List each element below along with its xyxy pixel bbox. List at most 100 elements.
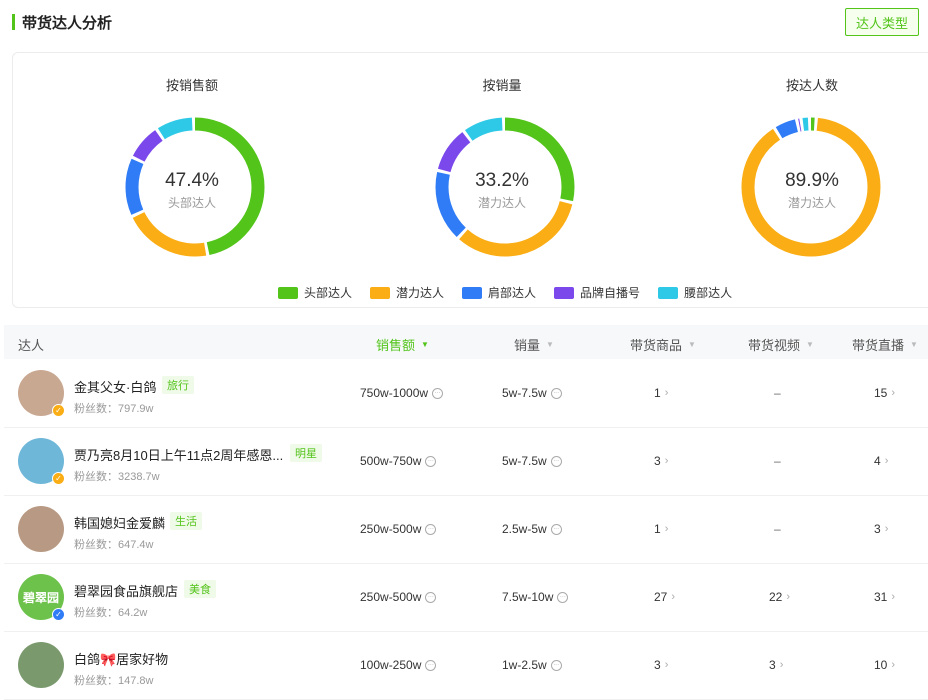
chevron-right-icon: › (664, 387, 669, 399)
column-label: 销售额 (376, 338, 416, 353)
chart-title-influencer-count: 按达人数 (785, 78, 838, 93)
sales-volume-value: 2.5w-5w (502, 522, 547, 536)
donut-center-label: 潜力达人 (477, 196, 526, 210)
influencer-name[interactable]: 金其父女·白鸽 (74, 377, 156, 396)
sort-sales-amount[interactable]: 销售额 ▼ (376, 335, 429, 354)
legend-swatch (658, 286, 679, 299)
info-icon[interactable]: ··· (425, 591, 437, 603)
info-icon[interactable]: ··· (425, 659, 437, 671)
influencer-type-button[interactable]: 达人类型 (845, 8, 919, 36)
products-cell[interactable]: 1 › (654, 522, 668, 536)
chevron-right-icon: › (664, 659, 669, 671)
info-icon[interactable]: ··· (550, 387, 562, 399)
videos-cell[interactable]: 3 › (769, 658, 783, 672)
legend-swatch (278, 286, 298, 299)
lives-cell[interactable]: 3 › (874, 522, 888, 536)
chart-title-sales-volume: 按销量 (482, 78, 522, 93)
videos-cell[interactable]: 22 › (769, 590, 790, 604)
chevron-right-icon: › (779, 659, 784, 671)
legend-item-brand[interactable]: 品牌自播号 (554, 284, 640, 301)
lives-cell[interactable]: 15 › (874, 386, 895, 400)
info-icon[interactable]: ··· (432, 387, 444, 399)
info-icon[interactable]: ··· (550, 659, 562, 671)
videos-cell: – (774, 522, 781, 536)
sort-caret-icon: ▼ (910, 340, 918, 349)
sort-lives[interactable]: 带货直播 ▼ (852, 335, 918, 354)
fans-count: 粉丝数：797.9w (74, 403, 154, 415)
chart-title-sales-amount: 按销售额 (165, 78, 218, 93)
legend-item-waist[interactable]: 腰部达人 (658, 284, 732, 301)
legend-label: 品牌自播号 (580, 286, 641, 300)
sales-volume-cell: 1w-2.5w ··· (502, 658, 562, 672)
chevron-right-icon: › (664, 523, 669, 535)
chevron-right-icon: › (786, 591, 791, 603)
table-row[interactable]: 碧翠园 ✓ 碧翠园食品旗舰店 美食 粉丝数：64.2w 250w-500w ··· 7.5w-… (4, 564, 928, 632)
table-row[interactable]: ✓ 金其父女·白鸽 旅行 粉丝数：797.9w 750w-1000w ··· 5w-7.5w… (4, 360, 928, 428)
sales-amount-value: 100w-250w (360, 658, 422, 672)
sales-volume-cell: 2.5w-5w ··· (502, 522, 562, 536)
products-cell[interactable]: 1 › (654, 386, 668, 400)
category-tag: 美食 (184, 580, 216, 598)
videos-cell: – (774, 454, 781, 468)
sort-caret-icon: ▼ (688, 340, 696, 349)
sales-amount-cell: 500w-750w ··· (360, 454, 437, 468)
sales-amount-cell: 250w-500w ··· (360, 590, 437, 604)
sales-amount-value: 500w-750w (360, 454, 422, 468)
info-icon[interactable]: ··· (425, 455, 437, 467)
legend-item-shoulder[interactable]: 肩部达人 (462, 284, 536, 301)
section-header: 带货达人分析 达人类型 (0, 0, 928, 44)
sales-amount-value: 250w-500w (360, 590, 422, 604)
avatar-logo-text: 碧翠园 (22, 590, 59, 605)
lives-value: 4 (874, 454, 881, 468)
legend-item-potential[interactable]: 潜力达人 (370, 284, 444, 301)
products-cell[interactable]: 3 › (654, 658, 668, 672)
legend-swatch (370, 286, 391, 299)
avatar[interactable] (18, 642, 64, 688)
products-cell[interactable]: 3 › (654, 454, 668, 468)
legend-label: 肩部达人 (488, 286, 537, 300)
table-row[interactable]: 韩国媳妇金爱麟 生活 粉丝数：647.4w 250w-500w ··· 2.5w-5w ··… (4, 496, 928, 564)
info-icon[interactable]: ··· (557, 591, 569, 603)
fans-count: 粉丝数：147.8w (74, 675, 154, 687)
sort-videos[interactable]: 带货视频 ▼ (748, 335, 814, 354)
sales-volume-value: 1w-2.5w (502, 658, 547, 672)
category-tag: 生活 (170, 512, 202, 530)
influencer-name[interactable]: 碧翠园食品旗舰店 (74, 581, 178, 600)
products-cell[interactable]: 27 › (654, 590, 675, 604)
chevron-right-icon: › (891, 387, 896, 399)
lives-cell[interactable]: 31 › (874, 590, 895, 604)
sales-volume-cell: 7.5w-10w ··· (502, 590, 569, 604)
info-icon[interactable]: ··· (550, 523, 562, 535)
table-row[interactable]: 白鸽🎀居家好物 粉丝数：147.8w 100w-250w ··· 1w-2.5w ··· 3… (4, 632, 928, 700)
influencer-name[interactable]: 韩国媳妇金爱麟 (74, 513, 165, 532)
section-title: 带货达人分析 (22, 15, 113, 32)
lives-cell[interactable]: 4 › (874, 454, 888, 468)
sales-volume-value: 5w-7.5w (502, 454, 547, 468)
sales-amount-cell: 100w-250w ··· (360, 658, 437, 672)
chevron-right-icon: › (884, 455, 889, 467)
lives-value: 3 (874, 522, 881, 536)
avatar[interactable] (18, 506, 64, 552)
info-icon[interactable]: ··· (425, 523, 437, 535)
chevron-right-icon: › (664, 455, 669, 467)
legend-swatch (554, 286, 575, 299)
chevron-right-icon: › (891, 659, 896, 671)
products-value: 27 (654, 590, 668, 604)
videos-value: – (774, 522, 781, 536)
influencer-name[interactable]: 白鸽🎀居家好物 (74, 649, 168, 668)
lives-cell[interactable]: 10 › (874, 658, 895, 672)
legend-item-head[interactable]: 头部达人 (278, 284, 352, 301)
column-label: 带货视频 (748, 338, 801, 353)
donut-center-label: 头部达人 (167, 196, 216, 210)
chevron-right-icon: › (891, 591, 896, 603)
influencer-name[interactable]: 贾乃亮8月10日上午11点2周年感恩... (74, 445, 283, 464)
sales-volume-value: 7.5w-10w (502, 590, 554, 604)
lives-value: 10 (874, 658, 888, 672)
table-row[interactable]: ✓ 贾乃亮8月10日上午11点2周年感恩... 明星 粉丝数：3238.7w 500w-… (4, 428, 928, 496)
sort-sales-volume[interactable]: 销量 ▼ (514, 335, 554, 354)
sort-products[interactable]: 带货商品 ▼ (630, 335, 696, 354)
lives-value: 31 (874, 590, 888, 604)
info-icon[interactable]: ··· (550, 455, 562, 467)
sales-amount-cell: 750w-1000w ··· (360, 386, 444, 400)
title-accent-bar (12, 14, 15, 30)
